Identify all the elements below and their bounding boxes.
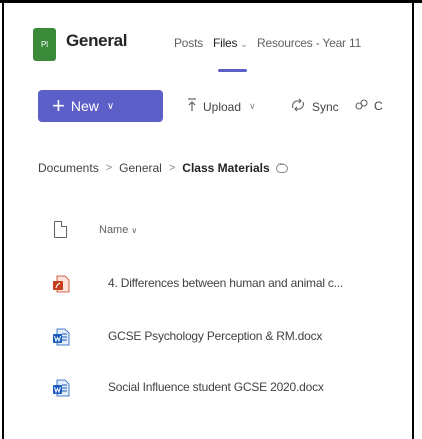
more-options-icon[interactable] (275, 157, 288, 173)
file-name[interactable]: GCSE Psychology Perception & RM.docx (108, 329, 322, 343)
upload-icon (187, 98, 197, 115)
channel-title: General (66, 31, 128, 50)
tab-files-label: Files (213, 36, 238, 50)
chevron-right-icon: > (105, 162, 113, 174)
breadcrumb: Documents > General > Class Materials (38, 157, 288, 175)
copy-link-label: C (374, 99, 383, 113)
file-name[interactable]: Social Influence student GCSE 2020.docx (108, 380, 324, 394)
word-file-icon (52, 328, 70, 346)
table-row[interactable]: Social Influence student GCSE 2020.docx (4, 368, 412, 412)
tab-posts-label: Posts (174, 36, 204, 50)
upload-label: Upload (203, 99, 242, 114)
copy-link-icon (355, 98, 368, 114)
file-name[interactable]: 4. Differences between human and animal … (108, 276, 343, 290)
chevron-down-icon: ∨ (106, 100, 115, 112)
chevron-down-icon: ⌄ (240, 39, 248, 49)
tab-resources-label: Resources - Year 11 (257, 36, 362, 50)
team-avatar[interactable]: PI (33, 28, 56, 61)
name-column-header[interactable]: Name ∨ (99, 224, 137, 236)
sync-icon (290, 98, 306, 115)
active-tab-indicator (218, 69, 247, 72)
channel-header: PI General Posts Files ⌄ Resources - Year… (4, 3, 412, 75)
plus-icon: + (52, 93, 65, 118)
teams-files-page: PI General Posts Files ⌄ Resources - Year… (4, 3, 412, 439)
new-button[interactable]: + New ∨ (38, 90, 163, 122)
chevron-down-icon: ∨ (249, 101, 256, 111)
document-icon (54, 221, 67, 238)
chevron-down-icon: ∨ (131, 225, 138, 235)
tab-posts[interactable]: Posts (174, 36, 203, 50)
chevron-right-icon: > (168, 162, 176, 174)
pdf-file-icon (52, 275, 70, 293)
copy-link-button[interactable]: C (355, 98, 383, 114)
table-row[interactable]: 4. Differences between human and animal … (4, 264, 412, 308)
name-column-label: Name (99, 224, 129, 236)
new-button-label: New (70, 98, 99, 114)
breadcrumb-documents[interactable]: Documents (38, 161, 99, 175)
tab-resources[interactable]: Resources - Year 11 (257, 36, 361, 50)
frame-right-border (412, 0, 414, 439)
file-list-header: Name ∨ (4, 215, 412, 245)
team-avatar-initials: PI (41, 40, 48, 49)
breadcrumb-general[interactable]: General (119, 161, 162, 175)
table-row[interactable]: GCSE Psychology Perception & RM.docx (4, 317, 412, 361)
files-toolbar: + New ∨ Upload ∨ Sync C (4, 83, 412, 131)
breadcrumb-class-materials: Class Materials (182, 161, 270, 175)
sync-label: Sync (312, 99, 339, 114)
upload-button[interactable]: Upload ∨ (187, 98, 256, 115)
tab-files[interactable]: Files ⌄ (213, 36, 248, 50)
word-file-icon (52, 379, 70, 397)
sync-button[interactable]: Sync (290, 98, 339, 115)
